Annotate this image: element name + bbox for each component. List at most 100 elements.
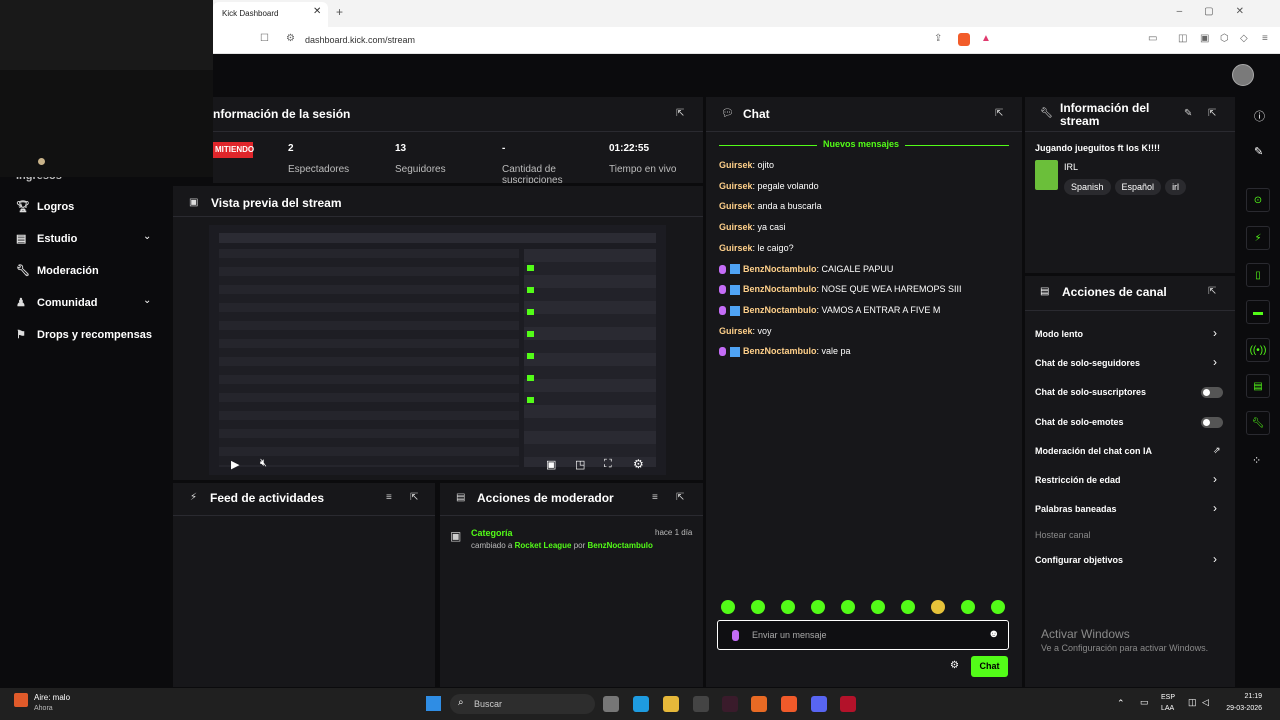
theater-icon[interactable]: ▣ <box>546 458 556 471</box>
emote-icon[interactable] <box>781 600 795 614</box>
tab-close-icon[interactable]: ✕ <box>313 6 321 17</box>
discord-icon[interactable] <box>811 696 827 712</box>
sidebar-item-drops[interactable]: ⚑ Drops y recompensas <box>16 328 152 341</box>
mod-entry-category[interactable]: Rocket League <box>515 541 572 550</box>
lang-1[interactable]: ESP <box>1161 694 1175 701</box>
chevron-right-icon[interactable]: › <box>1213 326 1217 340</box>
toggle-switch[interactable] <box>1201 417 1223 428</box>
chat-username[interactable]: Guirsek <box>719 201 753 211</box>
channel-action-label[interactable]: Chat de solo-emotes <box>1035 417 1124 427</box>
bookmark-icon[interactable]: ☐ <box>260 33 269 44</box>
filter-icon[interactable]: ≡ <box>652 492 658 503</box>
chat-username[interactable]: BenzNoctambulo <box>743 284 817 294</box>
chevron-right-icon[interactable]: › <box>1213 355 1217 369</box>
popout-icon[interactable]: ⇱ <box>410 492 418 503</box>
chevron-down-icon[interactable]: ⌄ <box>143 231 151 242</box>
rail-button[interactable]: ⊙ <box>1246 188 1270 212</box>
chat-send-button[interactable]: Chat <box>971 656 1008 677</box>
brave-icon[interactable] <box>781 696 797 712</box>
tray-icon[interactable]: ▭ <box>1140 697 1149 708</box>
sidebar-toggle-icon[interactable]: ▭ <box>1148 33 1157 44</box>
rail-button[interactable]: ⚡︎ <box>1246 226 1270 250</box>
shield-icon[interactable]: ◇ <box>1240 33 1248 44</box>
chat-username[interactable]: Guirsek <box>719 160 753 170</box>
settings-icon[interactable]: ⚙ <box>633 457 644 471</box>
tray-chevron-icon[interactable]: ⌃ <box>1117 698 1125 709</box>
app-icon[interactable] <box>751 696 767 712</box>
channel-action-label[interactable]: Configurar objetivos <box>1035 555 1123 565</box>
rail-button[interactable]: ((•)) <box>1246 338 1270 362</box>
volume-icon[interactable]: ◁ <box>1202 697 1209 708</box>
edge-icon[interactable] <box>633 696 649 712</box>
external-link-icon[interactable]: ⇗ <box>1213 445 1221 456</box>
popout-icon[interactable]: ⇱ <box>1208 286 1216 297</box>
chat-username[interactable]: BenzNoctambulo <box>743 346 817 356</box>
app-icon[interactable] <box>840 696 856 712</box>
pip-icon[interactable]: ◳ <box>575 458 585 471</box>
chat-settings-icon[interactable]: ⚙ <box>950 660 959 671</box>
emoji-icon[interactable]: ☻ <box>988 628 1000 640</box>
chat-username[interactable]: Guirsek <box>719 181 753 191</box>
wallet-icon[interactable]: ▣ <box>1200 33 1209 44</box>
info-icon[interactable]: ⓘ <box>1254 108 1265 124</box>
sidebar-item-logros[interactable]: 🏆︎ Logros <box>16 200 74 213</box>
stream-preview-video[interactable] <box>209 225 666 475</box>
new-tab-icon[interactable]: + <box>336 5 343 19</box>
filter-icon[interactable]: ≡ <box>386 492 392 503</box>
emote-icon[interactable] <box>901 600 915 614</box>
emote-icon[interactable] <box>811 600 825 614</box>
emote-icon[interactable] <box>961 600 975 614</box>
toggle-switch[interactable] <box>1201 387 1223 398</box>
emote-icon[interactable] <box>751 600 765 614</box>
rail-button[interactable]: ▯ <box>1246 263 1270 287</box>
window-controls[interactable]: –▢✕ <box>1177 6 1266 17</box>
reader-icon[interactable]: ◫ <box>1178 33 1187 44</box>
channel-action-label[interactable]: Chat de solo-suscriptores <box>1035 387 1146 397</box>
rail-button[interactable]: 🔧︎ <box>1246 411 1270 435</box>
avatar[interactable] <box>1232 64 1254 86</box>
sidebar-item-comunidad[interactable]: ♟ Comunidad <box>16 296 98 309</box>
channel-action-label[interactable]: Chat de solo-seguidores <box>1035 358 1140 368</box>
chevron-right-icon[interactable]: › <box>1213 552 1217 566</box>
browser-tab[interactable]: Kick Dashboard <box>213 2 328 27</box>
app-icon[interactable] <box>693 696 709 712</box>
edit-icon[interactable]: ✎ <box>1184 108 1192 119</box>
channel-action-label[interactable]: Palabras baneadas <box>1035 504 1117 514</box>
emote-icon[interactable] <box>721 600 735 614</box>
mod-entry-user[interactable]: BenzNoctambulo <box>588 541 653 550</box>
chat-username[interactable]: BenzNoctambulo <box>743 264 817 274</box>
popout-icon[interactable]: ⇱ <box>676 108 684 119</box>
channel-action-label[interactable]: Modo lento <box>1035 329 1083 339</box>
emote-icon[interactable] <box>991 600 1005 614</box>
taskview-icon[interactable] <box>603 696 619 712</box>
emote-icon[interactable] <box>871 600 885 614</box>
menu-icon[interactable]: ≡ <box>1262 33 1268 44</box>
chat-input[interactable]: Enviar un mensaje ☻ <box>717 620 1009 650</box>
popout-icon[interactable]: ⇱ <box>995 108 1003 119</box>
popout-icon[interactable]: ⇱ <box>1208 108 1216 119</box>
brave-shield-icon[interactable] <box>958 33 970 46</box>
chat-username[interactable]: Guirsek <box>719 326 753 336</box>
windows-start-icon[interactable] <box>426 696 441 711</box>
network-icon[interactable]: ◫ <box>1188 697 1197 708</box>
channel-action-label[interactable]: Restricción de edad <box>1035 475 1121 485</box>
rail-button[interactable]: ▬ <box>1246 300 1270 324</box>
emote-icon[interactable] <box>841 600 855 614</box>
chat-username[interactable]: BenzNoctambulo <box>743 305 817 315</box>
url-input[interactable]: dashboard.kick.com/stream <box>305 35 415 45</box>
site-info-icon[interactable]: ⚙ <box>286 33 295 44</box>
play-icon[interactable]: ▶ <box>231 458 239 471</box>
share-icon[interactable]: ⇪ <box>934 33 942 44</box>
chat-username[interactable]: Guirsek <box>719 222 753 232</box>
pencil-icon[interactable]: ✎ <box>1254 145 1263 158</box>
chevron-down-icon[interactable]: ⌄ <box>143 295 151 306</box>
clock-time[interactable]: 21:19 <box>1224 693 1262 700</box>
fullscreen-icon[interactable]: ⛶ <box>604 458 612 471</box>
emote-icon[interactable] <box>931 600 945 614</box>
mute-icon[interactable]: 🔇︎ <box>260 457 267 470</box>
category-name[interactable]: IRL <box>1064 162 1078 172</box>
chevron-right-icon[interactable]: › <box>1213 472 1217 486</box>
apps-icon[interactable]: ⁘ <box>1252 454 1261 467</box>
explorer-icon[interactable] <box>663 696 679 712</box>
vpn-icon[interactable]: ⬡ <box>1220 33 1229 44</box>
